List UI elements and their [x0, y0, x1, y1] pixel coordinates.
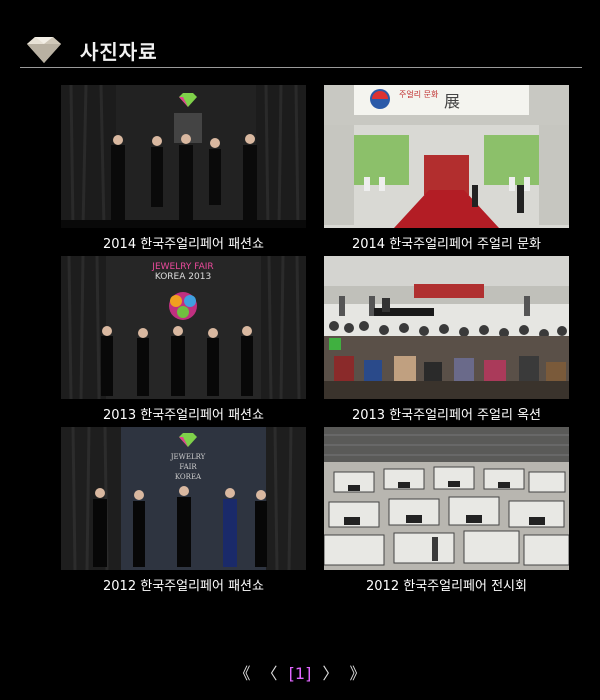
page-title: 사진자료	[80, 40, 158, 64]
last-page-button[interactable]: 》	[350, 660, 366, 684]
photo-thumbnail[interactable]	[61, 85, 306, 228]
photo-thumbnail[interactable]: JEWELRY FAIR KOREA	[61, 427, 306, 570]
diamond-icon	[27, 37, 61, 63]
photo-thumbnail[interactable]: JEWELRY FAIR KOREA 2013	[61, 256, 306, 399]
backdrop-text: FAIR	[179, 463, 197, 471]
backdrop-text: JEWELRY FAIR	[151, 262, 213, 272]
exhibition-floor-photo	[324, 427, 569, 570]
backdrop-text: KOREA	[175, 473, 202, 481]
gallery-item: JEWELRY FAIR KOREA 2013 2013 한국주얼리페어 패션쇼	[61, 256, 306, 423]
gallery-item: 2014 한국주얼리페어 패션쇼	[61, 85, 306, 252]
fashion-show-photo: JEWELRY FAIR KOREA	[61, 427, 306, 570]
fashion-show-photo	[61, 85, 306, 228]
next-page-button[interactable]: 〉	[322, 660, 338, 684]
photo-caption[interactable]: 2013 한국주얼리페어 주얼리 옥션	[324, 404, 569, 423]
auction-audience-photo	[324, 256, 569, 399]
photo-thumbnail[interactable]	[324, 256, 569, 399]
photo-caption[interactable]: 2014 한국주얼리페어 주얼리 문화	[324, 233, 569, 252]
photo-caption[interactable]: 2012 한국주얼리페어 패션쇼	[61, 575, 306, 594]
section-header: 사진자료	[20, 32, 582, 68]
backdrop-text: JEWELRY	[170, 453, 206, 461]
photo-caption[interactable]: 2013 한국주얼리페어 패션쇼	[61, 404, 306, 423]
sign-text: 주얼리 문화	[399, 89, 439, 99]
gallery-item: 2012 한국주얼리페어 전시회	[324, 427, 569, 594]
sign-glyph: 展	[444, 92, 460, 111]
photo-thumbnail[interactable]: 주얼리 문화 展	[324, 85, 569, 228]
gallery-item: 주얼리 문화 展 2014 한국주얼리페어 주얼리 문화	[324, 85, 569, 252]
photo-thumbnail[interactable]	[324, 427, 569, 570]
pagination: 《 〈 [1] 〉 》	[0, 660, 600, 684]
exhibition-hall-photo: 주얼리 문화 展	[324, 85, 569, 228]
prev-page-button[interactable]: 〈	[262, 660, 278, 684]
header-divider	[20, 67, 582, 68]
gallery-item: 2013 한국주얼리페어 주얼리 옥션	[324, 256, 569, 423]
first-page-button[interactable]: 《	[234, 660, 250, 684]
photo-caption[interactable]: 2012 한국주얼리페어 전시회	[324, 575, 569, 594]
photo-caption[interactable]: 2014 한국주얼리페어 패션쇼	[61, 233, 306, 252]
backdrop-text: KOREA 2013	[155, 272, 211, 282]
current-page-indicator[interactable]: [1]	[289, 664, 312, 683]
fashion-show-photo: JEWELRY FAIR KOREA 2013	[61, 256, 306, 399]
gallery-item: JEWELRY FAIR KOREA 2012 한국주얼리페어 패션쇼	[61, 427, 306, 594]
